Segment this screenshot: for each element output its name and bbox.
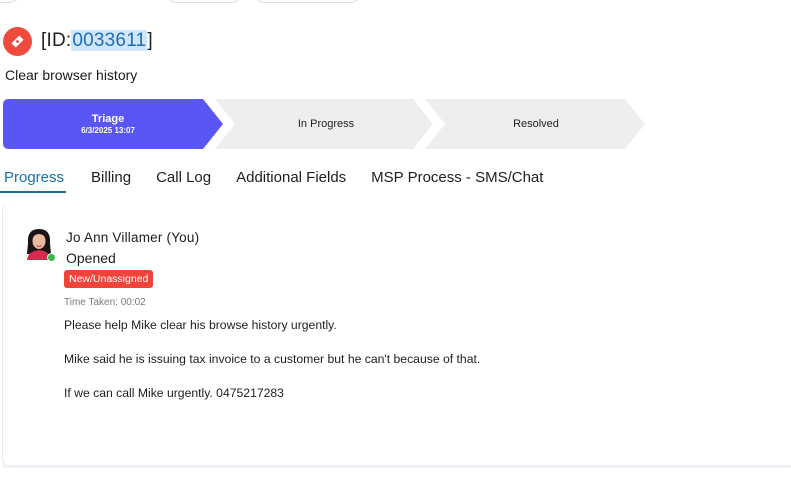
entry-message: Mike said he is issuing tax invoice to a… [64, 352, 481, 366]
top-filter-pill[interactable] [0, 0, 20, 3]
online-status-dot [47, 253, 56, 262]
ticket-id-prefix: [ID: [41, 30, 72, 51]
top-filter-pill[interactable] [165, 0, 243, 3]
time-taken: Time Taken: 00:02 [64, 297, 146, 308]
ticket-id-suffix: ] [147, 30, 153, 51]
status-badge: New/Unassigned [64, 270, 154, 288]
ticket-header: [ID:0033611] [3, 26, 153, 56]
top-filter-pill[interactable] [253, 0, 361, 3]
tab-additional-fields[interactable]: Additional Fields [236, 166, 346, 193]
entry-author: Jo Ann Villamer (You) [66, 230, 200, 245]
step-in-progress[interactable]: In Progress [221, 99, 431, 149]
tab-billing[interactable]: Billing [91, 166, 131, 193]
tab-msp-process-sms-chat[interactable]: MSP Process - SMS/Chat [371, 166, 543, 193]
ticket-id: [ID:0033611] [41, 30, 153, 52]
entry-message: Please help Mike clear his browse histor… [64, 318, 337, 332]
ticket-icon [3, 26, 32, 56]
step-resolved[interactable]: Resolved [431, 99, 641, 149]
ticket-subject: Clear browser history [5, 67, 138, 83]
step-triage[interactable]: Triage 6/3/2025 13:07 [3, 99, 213, 149]
status-stepper: Triage 6/3/2025 13:07 In Progress Resolv… [3, 99, 653, 149]
entry-action: Opened [66, 250, 116, 266]
ticket-tabs: Progress Billing Call Log Additional Fie… [0, 166, 568, 194]
tab-call-log[interactable]: Call Log [156, 166, 211, 193]
card-divider [3, 465, 791, 468]
step-label: Resolved [513, 118, 559, 130]
step-date: 6/3/2025 13:07 [81, 126, 135, 135]
tab-progress[interactable]: Progress [0, 166, 67, 193]
ticket-id-number: 0033611 [71, 30, 148, 51]
step-label: In Progress [297, 118, 355, 130]
step-label: Triage [91, 113, 125, 125]
entry-message: If we can call Mike urgently. 0475217283 [64, 386, 284, 400]
